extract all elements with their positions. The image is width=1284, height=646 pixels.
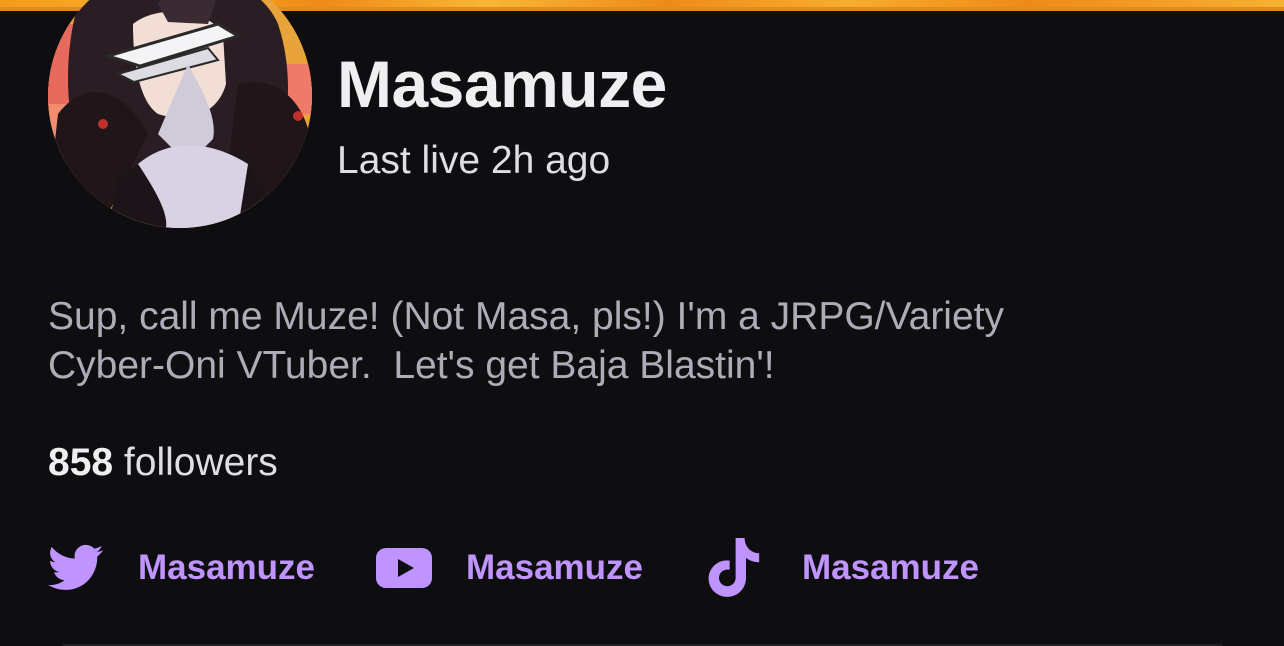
twitter-handle: Masamuze: [138, 548, 316, 587]
follower-count-number: 858: [48, 441, 114, 484]
social-link-twitter[interactable]: Masamuze: [48, 538, 315, 598]
social-link-tiktok[interactable]: Masamuze: [706, 538, 979, 598]
follower-count-label: followers: [123, 441, 278, 484]
youtube-icon: [376, 548, 432, 588]
tiktok-icon: [706, 538, 762, 598]
tiktok-handle: Masamuze: [802, 548, 980, 587]
follower-count: 858 followers: [48, 440, 278, 486]
social-link-youtube[interactable]: Masamuze: [376, 538, 643, 598]
channel-name: Masamuze: [337, 47, 667, 121]
last-live-status: Last live 2h ago: [337, 139, 611, 182]
bio-line-1: Sup, call me Muze! (Not Masa, pls!) I'm …: [48, 295, 1004, 338]
avatar-image: [48, 0, 312, 228]
youtube-handle: Masamuze: [466, 548, 644, 587]
twitter-icon: [48, 544, 104, 592]
bio-line-2: Cyber-Oni VTuber. Let's get Baja Blastin…: [48, 344, 775, 387]
channel-bio: Sup, call me Muze! (Not Masa, pls!) I'm …: [48, 292, 1198, 390]
channel-about-panel: Masamuze Last live 2h ago Sup, call me M…: [0, 0, 1284, 646]
channel-avatar[interactable]: [48, 0, 312, 228]
